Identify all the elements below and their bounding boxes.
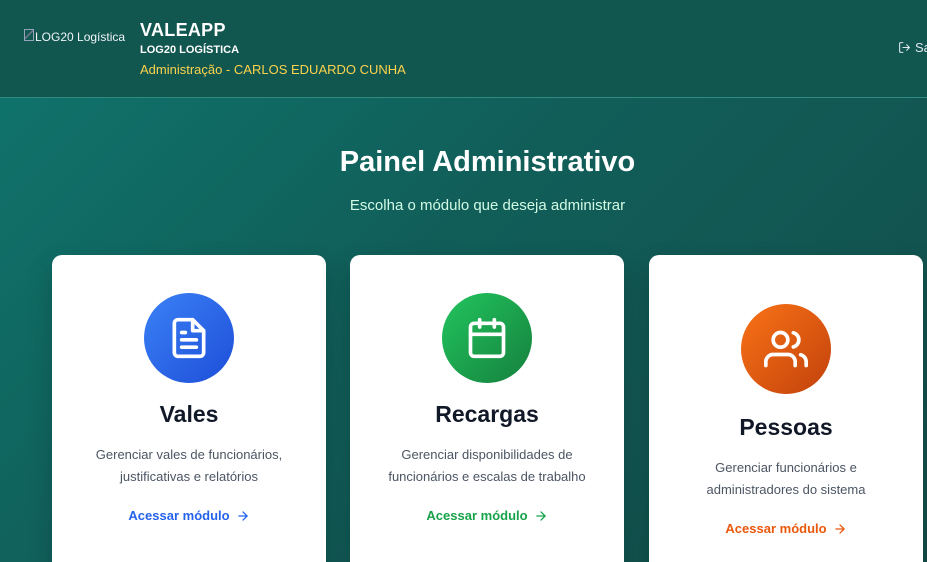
vales-icon-circle <box>144 293 234 383</box>
brand-block: VALEAPP LOG20 LOGÍSTICA Administração - … <box>140 20 406 77</box>
access-module-link[interactable]: Acessar módulo <box>426 508 547 523</box>
logout-icon <box>899 42 910 53</box>
card-title: Recargas <box>435 401 539 427</box>
page-title: Painel Administrativo <box>339 146 636 178</box>
arrow-right-icon <box>237 510 248 521</box>
users-icon <box>764 330 808 368</box>
card-description: Gerenciar disponibilidades de funcionári… <box>388 447 586 484</box>
arrow-right-icon <box>535 510 546 521</box>
document-icon <box>172 317 206 359</box>
module-card-pessoas[interactable]: Pessoas Gerenciar funcionários e adminis… <box>649 255 923 562</box>
hero-section: Painel Administrativo Escolha o módulo q… <box>0 146 927 214</box>
card-description: Gerenciar vales de funcionários, justifi… <box>95 447 283 484</box>
card-title: Pessoas <box>739 414 833 440</box>
logout-button[interactable]: Sair <box>898 40 927 55</box>
recargas-icon-circle <box>442 293 532 383</box>
pessoas-icon-circle <box>741 304 831 394</box>
module-card-recargas[interactable]: Recargas Gerenciar disponibilidades de f… <box>350 255 624 562</box>
module-card-vales[interactable]: Vales Gerenciar vales de funcionários, j… <box>52 255 326 562</box>
app-header: LOG20 Logística VALEAPP LOG20 LOGÍSTICA … <box>0 0 927 98</box>
access-module-label: Acessar módulo <box>725 521 827 536</box>
logout-label: Sair <box>915 40 927 55</box>
card-description: Gerenciar funcionários e administradores… <box>706 460 866 497</box>
logo-alt-text: LOG20 Logística <box>35 30 126 44</box>
company-logo: LOG20 Logística <box>24 29 126 44</box>
access-module-label: Acessar módulo <box>128 508 230 523</box>
company-name: LOG20 LOGÍSTICA <box>140 44 240 56</box>
user-role-line: Administração - CARLOS EDUARDO CUNHA <box>140 62 406 77</box>
access-module-label: Acessar módulo <box>426 508 528 523</box>
page-subtitle: Escolha o módulo que deseja administrar <box>349 197 626 214</box>
calendar-icon <box>468 317 506 359</box>
access-module-link[interactable]: Acessar módulo <box>725 521 846 536</box>
arrow-right-icon <box>834 523 845 534</box>
broken-image-icon <box>24 29 34 41</box>
app-name: VALEAPP <box>140 20 226 40</box>
access-module-link[interactable]: Acessar módulo <box>128 508 249 523</box>
card-title: Vales <box>159 401 219 427</box>
